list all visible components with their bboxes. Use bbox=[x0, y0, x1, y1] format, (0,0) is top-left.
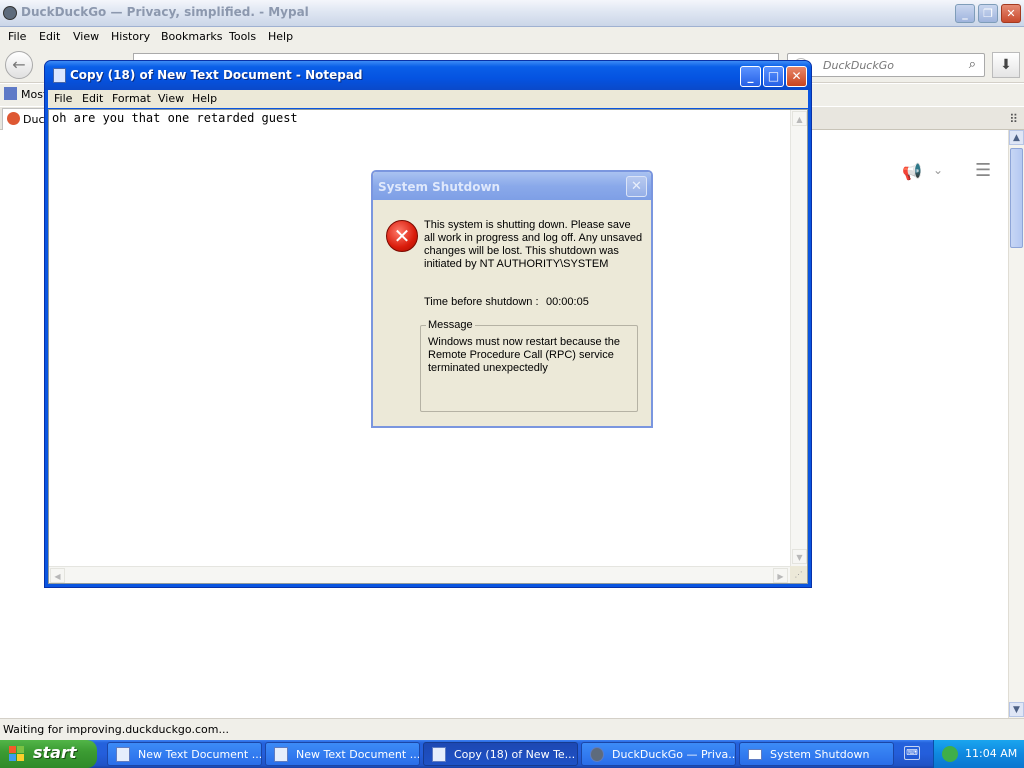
chevron-down-icon[interactable]: ⌄ bbox=[933, 163, 943, 177]
menu-bookmarks[interactable]: Bookmarks bbox=[161, 30, 222, 43]
windows-flag-icon bbox=[9, 746, 25, 762]
taskbar-item-label: DuckDuckGo — Priva... bbox=[612, 748, 736, 761]
browser-title: DuckDuckGo — Privacy, simplified. - Mypa… bbox=[21, 5, 309, 19]
notepad-menu-file[interactable]: File bbox=[54, 92, 72, 105]
notepad-vertical-scrollbar[interactable]: ▲ ▼ bbox=[790, 110, 807, 566]
taskbar-item[interactable]: New Text Document ... bbox=[265, 742, 420, 766]
notepad-maximize-button[interactable]: □ bbox=[763, 66, 784, 87]
menu-view[interactable]: View bbox=[73, 30, 99, 43]
scroll-thumb[interactable] bbox=[1010, 148, 1023, 248]
taskbar-item[interactable]: DuckDuckGo — Priva... bbox=[581, 742, 736, 766]
taskbar-item-label: New Text Document ... bbox=[138, 748, 262, 761]
notepad-icon bbox=[116, 747, 130, 762]
message-group-text: Windows must now restart because the Rem… bbox=[428, 336, 620, 374]
duckduckgo-icon bbox=[7, 112, 20, 125]
notepad-content: oh are you that one retarded guest bbox=[52, 111, 298, 125]
message-group-label: Message bbox=[426, 319, 475, 331]
notepad-minimize-button[interactable]: _ bbox=[740, 66, 761, 87]
error-icon: ✕ bbox=[386, 220, 418, 252]
notepad-menu-edit[interactable]: Edit bbox=[82, 92, 103, 105]
network-icon[interactable] bbox=[942, 746, 958, 762]
status-text: Waiting for improving.duckduckgo.com... bbox=[3, 723, 229, 736]
search-icon[interactable]: ⌕ bbox=[969, 57, 976, 72]
notepad-icon bbox=[53, 68, 66, 83]
browser-minimize-button[interactable]: _ bbox=[955, 4, 975, 23]
menu-edit[interactable]: Edit bbox=[39, 30, 60, 43]
taskbar-item[interactable]: System Shutdown bbox=[739, 742, 894, 766]
notepad-icon bbox=[274, 747, 288, 762]
browser-titlebar[interactable]: DuckDuckGo — Privacy, simplified. - Mypa… bbox=[0, 0, 1024, 27]
shutdown-titlebar[interactable]: System Shutdown ✕ bbox=[373, 172, 651, 200]
tab-grid-icon[interactable]: ⠿ bbox=[1009, 112, 1018, 126]
notepad-menu-help[interactable]: Help bbox=[192, 92, 217, 105]
notepad-menubar: File Edit Format View Help bbox=[48, 90, 808, 108]
menu-help[interactable]: Help bbox=[268, 30, 293, 43]
back-arrow-icon[interactable]: ← bbox=[5, 51, 33, 79]
menu-history[interactable]: History bbox=[111, 30, 150, 43]
scroll-right-icon[interactable]: ▶ bbox=[773, 568, 788, 583]
notepad-title: Copy (18) of New Text Document - Notepad bbox=[70, 68, 363, 82]
keyboard-icon[interactable]: ⌨ bbox=[904, 746, 920, 760]
menu-icon[interactable]: ☰ bbox=[975, 160, 991, 181]
taskbar-item[interactable]: New Text Document ... bbox=[107, 742, 262, 766]
notepad-menu-view[interactable]: View bbox=[158, 92, 184, 105]
shutdown-message: This system is shutting down. Please sav… bbox=[424, 219, 643, 270]
taskbar-item-label: Copy (18) of New Te... bbox=[454, 748, 576, 761]
notepad-close-button[interactable]: ✕ bbox=[786, 66, 807, 87]
close-icon[interactable]: ✕ bbox=[626, 176, 647, 197]
taskbar-item[interactable]: Copy (18) of New Te... bbox=[423, 742, 578, 766]
notepad-horizontal-scrollbar[interactable]: ◀ ▶ bbox=[49, 566, 790, 583]
browser-scrollbar[interactable]: ▲ ▼ bbox=[1008, 130, 1024, 718]
resize-grip-icon[interactable]: ⋰ bbox=[790, 566, 807, 583]
system-tray: 11:04 AM bbox=[933, 740, 1024, 768]
scroll-left-icon[interactable]: ◀ bbox=[50, 568, 65, 583]
notepad-titlebar[interactable]: Copy (18) of New Text Document - Notepad… bbox=[45, 61, 811, 90]
shutdown-dialog: System Shutdown ✕ ✕ This system is shutt… bbox=[371, 170, 653, 428]
window-icon bbox=[748, 749, 762, 760]
scroll-up-icon[interactable]: ▲ bbox=[1009, 130, 1024, 145]
scroll-down-icon[interactable]: ▼ bbox=[1009, 702, 1024, 717]
shutdown-title: System Shutdown bbox=[378, 180, 501, 194]
scroll-up-icon[interactable]: ▲ bbox=[792, 111, 807, 126]
taskbar-item-label: New Text Document ... bbox=[296, 748, 420, 761]
firefox-icon bbox=[590, 747, 604, 762]
browser-close-button[interactable]: ✕ bbox=[1001, 4, 1021, 23]
notepad-icon bbox=[432, 747, 446, 762]
search-input[interactable]: DuckDuckGo ⌕ bbox=[787, 53, 985, 77]
clock[interactable]: 11:04 AM bbox=[965, 747, 1017, 760]
firefox-icon bbox=[3, 6, 17, 20]
scroll-down-icon[interactable]: ▼ bbox=[792, 549, 807, 564]
browser-menubar: File Edit View History Bookmarks Tools H… bbox=[0, 27, 1024, 47]
bookmark-most-visited[interactable]: Most bbox=[4, 87, 47, 101]
taskbar-item-label: System Shutdown bbox=[770, 748, 870, 761]
bookmark-icon bbox=[4, 87, 17, 100]
browser-statusbar: Waiting for improving.duckduckgo.com... bbox=[0, 718, 1024, 740]
browser-restore-button[interactable]: ❐ bbox=[978, 4, 998, 23]
start-button[interactable]: start bbox=[0, 740, 97, 768]
countdown-value: 00:00:05 bbox=[546, 296, 589, 308]
time-before-shutdown-label: Time before shutdown : bbox=[424, 296, 539, 308]
start-label: start bbox=[33, 743, 77, 762]
taskbar: start New Text Document ... New Text Doc… bbox=[0, 740, 1024, 768]
megaphone-icon[interactable]: 📢 bbox=[902, 162, 922, 181]
search-placeholder: DuckDuckGo bbox=[823, 59, 894, 72]
menu-file[interactable]: File bbox=[8, 30, 26, 43]
notepad-menu-format[interactable]: Format bbox=[112, 92, 151, 105]
menu-tools[interactable]: Tools bbox=[229, 30, 256, 43]
download-icon[interactable]: ⬇ bbox=[992, 52, 1020, 78]
